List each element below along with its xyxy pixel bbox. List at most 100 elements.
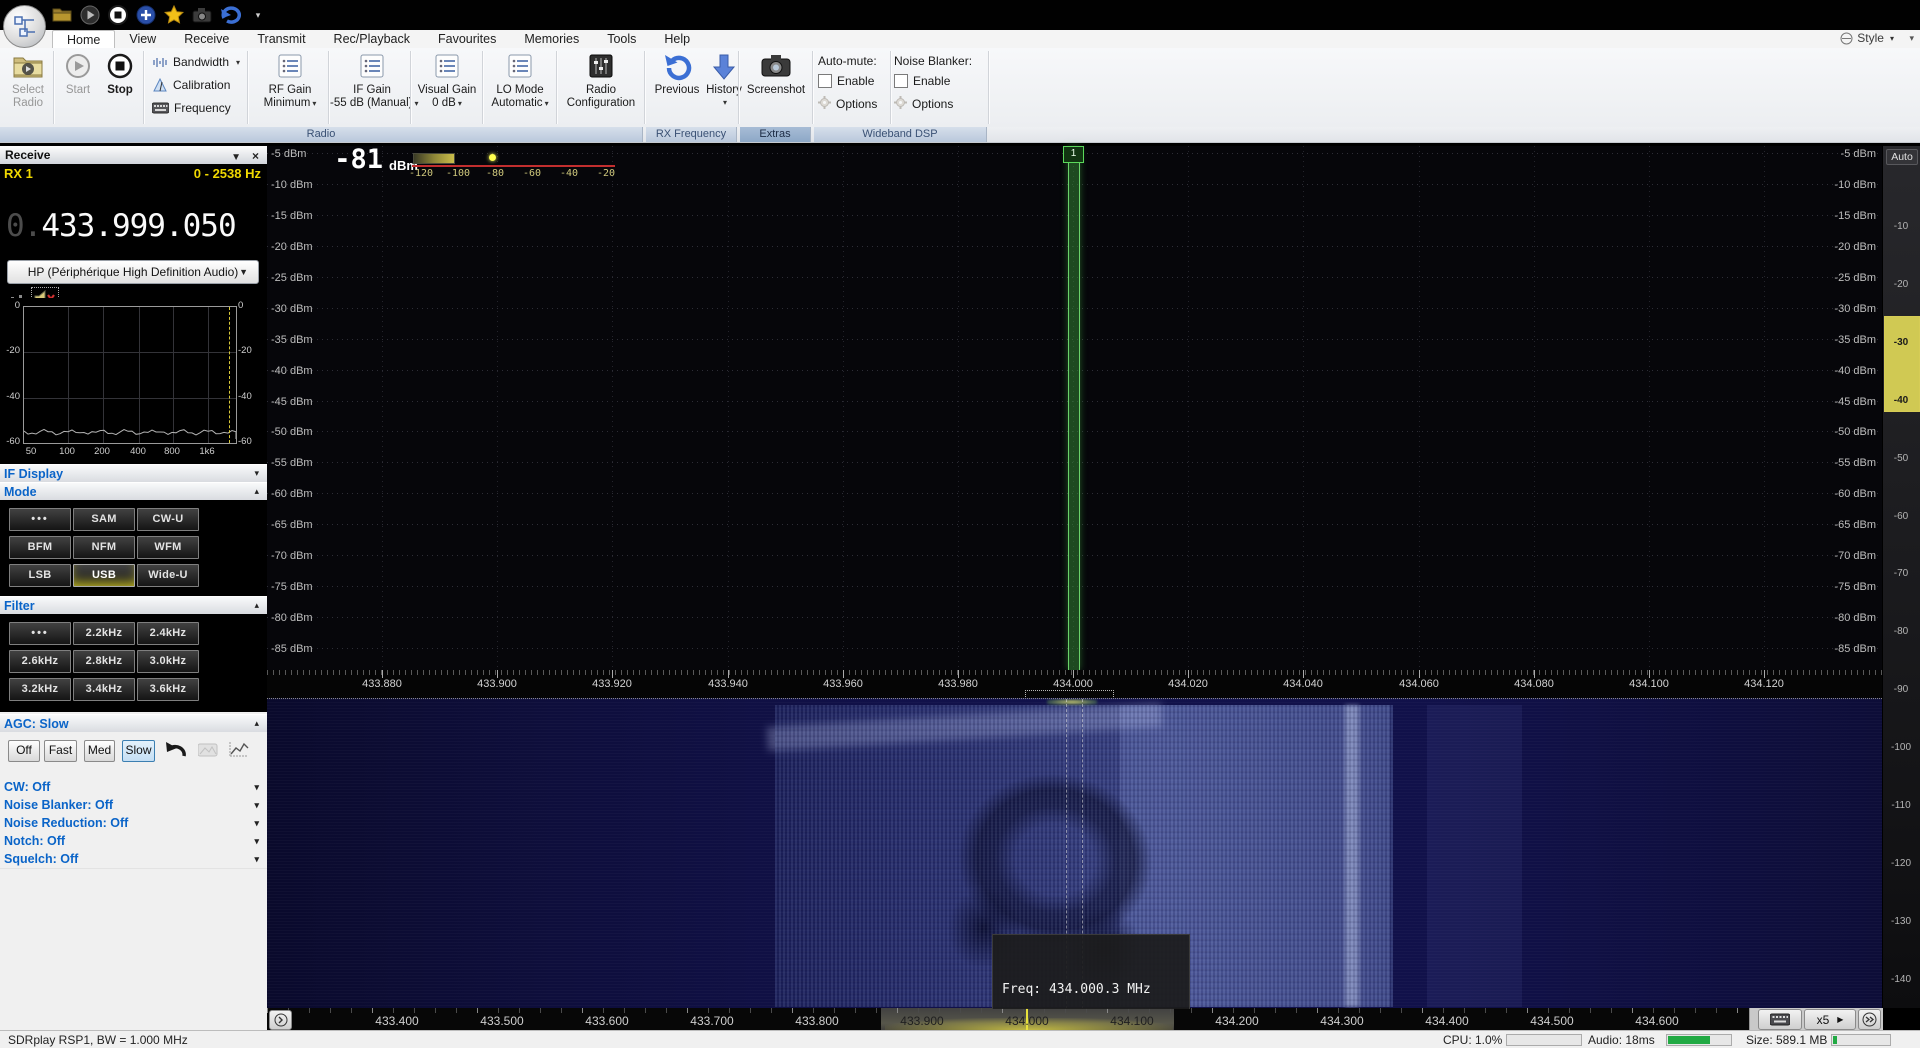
freq-label: 433.920 [582,678,642,690]
if-gain-button[interactable]: IF Gain-55 dB (Manual)▾ [330,48,414,126]
spectrum-frequency-axis[interactable]: 433.880433.900433.920433.940433.960433.9… [267,670,1882,698]
calibration-button[interactable]: Calibration [152,75,230,95]
screenshot-button[interactable]: Screenshot [742,48,810,126]
start-icon[interactable] [78,3,102,27]
section-noise-blanker-off[interactable]: Noise Blanker: Off▾ [0,796,267,815]
agc-graph-icon[interactable] [228,740,250,758]
tab-view[interactable]: View [115,30,170,48]
auto-mute-enable-checkbox[interactable] [818,74,832,88]
stop-icon[interactable] [106,3,130,27]
filter-button-3-0khz[interactable]: 3.0kHz [137,650,199,673]
tab-home[interactable]: Home [52,30,115,48]
mode-button-lsb[interactable]: LSB [9,564,71,587]
if-gain-line1: IF Gain [330,84,414,97]
noise-blanker-enable-checkbox[interactable] [894,74,908,88]
stop-button[interactable]: Stop [100,48,140,126]
group-separator [890,51,891,124]
major-tick [843,670,844,678]
agc-button-fast[interactable]: Fast [44,740,77,762]
tab-transmit[interactable]: Transmit [243,30,319,48]
undo-icon[interactable] [218,3,242,27]
more-icon[interactable]: ▾ [246,3,270,27]
section-label: Noise Blanker: Off [4,798,113,812]
agc-undo-icon[interactable] [162,740,188,762]
screenshot-icon[interactable] [190,3,214,27]
center-button[interactable] [269,1010,292,1030]
tab-favourites[interactable]: Favourites [424,30,510,48]
mode-button-sam[interactable]: SAM [73,508,135,531]
group-label-wideband: Wideband DSP [814,127,987,142]
agc-button-slow[interactable]: Slow [122,740,155,762]
scale-label: -140 [1883,974,1919,985]
select-radio-button[interactable]: Select Radio [4,48,52,126]
filter-button-3-6khz[interactable]: 3.6kHz [137,678,199,701]
mode-button-nfm[interactable]: NFM [73,536,135,559]
band-navigation-bar[interactable]: 433.400433.500433.600433.700433.800433.9… [267,1008,1882,1030]
noise-blanker-options-button[interactable]: Options [912,97,953,111]
mode-button-usb[interactable]: USB [73,564,135,587]
enter-frequency-button[interactable] [1758,1009,1802,1030]
filter-button-3-4khz[interactable]: 3.4kHz [73,678,135,701]
audio-spectrum-graph[interactable]: 00-20-20-40-40-60-60501002004008001k6 [0,298,267,464]
filter-button-[interactable]: ••• [9,622,71,645]
rf-gain-button[interactable]: RF GainMinimum▾ [252,48,328,126]
start-button[interactable]: Start [58,48,98,126]
radio-configuration-button[interactable]: RadioConfiguration [556,48,646,126]
agc-section[interactable]: AGC: Slow▴ [0,714,267,734]
mode-button-wfm[interactable]: WFM [137,536,199,559]
mode-button-cw-u[interactable]: CW-U [137,508,199,531]
rx-marker[interactable]: 1 [1063,146,1084,163]
bandwidth-button[interactable]: Bandwidth▾ [152,52,240,72]
filter-button-2-2khz[interactable]: 2.2kHz [73,622,135,645]
filter-section[interactable]: Filter▴ [0,596,267,616]
agc-scheme-icon[interactable] [198,742,218,758]
add-icon[interactable] [134,3,158,27]
history-button[interactable]: History ▾ [706,48,742,126]
waterfall-display[interactable]: Freq: 434.000.3 MHz Span: ±139.525 kHz [267,698,1882,1009]
previous-button[interactable]: Previous [648,48,706,126]
agc-button-med[interactable]: Med [84,740,115,762]
favourites-icon[interactable] [162,3,186,27]
auto-scale-button[interactable]: Auto [1886,149,1918,165]
tab-receive[interactable]: Receive [170,30,243,48]
lo-mode-button[interactable]: LO ModeAutomatic▾ [486,48,554,126]
auto-mute-options-button[interactable]: Options [836,97,877,111]
open-icon[interactable] [50,3,74,27]
tab-rec-playback[interactable]: Rec/Playback [320,30,424,48]
frequency-button[interactable]: Frequency [152,98,231,118]
group-label-rx_frequency: RX Frequency [646,127,737,142]
mode-button-bfm[interactable]: BFM [9,536,71,559]
audio-device-select[interactable]: HP (Périphérique High Definition Audio) … [7,260,259,284]
filter-button-2-4khz[interactable]: 2.4kHz [137,622,199,645]
app-menu-button[interactable] [3,5,46,48]
filter-button-3-2khz[interactable]: 3.2kHz [9,678,71,701]
section-squelch-off[interactable]: Squelch: Off▾ [0,850,267,869]
visual-gain-button[interactable]: Visual Gain0 dB▾ [412,48,482,126]
ribbon-tabs: HomeViewReceiveTransmitRec/PlaybackFavou… [52,30,704,48]
frequency-display[interactable]: 0.433.999.050 [0,200,267,254]
receive-panel-header[interactable]: Receive ▼ × [0,146,267,165]
freq-label: 434.080 [1504,678,1564,690]
section-cw-off[interactable]: CW: Off▾ [0,778,267,797]
mode-button-wide-u[interactable]: Wide-U [137,564,199,587]
style-selector[interactable]: Style▾ [1840,31,1894,45]
freq-gridline [1534,146,1535,670]
filter-button-2-8khz[interactable]: 2.8kHz [73,650,135,673]
mode-section[interactable]: Mode▴ [0,482,267,502]
tab-help[interactable]: Help [650,30,704,48]
section-notch-off[interactable]: Notch: Off▾ [0,832,267,851]
mode-button-[interactable]: ••• [9,508,71,531]
close-panel-icon[interactable]: × [252,147,259,165]
tab-memories[interactable]: Memories [510,30,593,48]
receive-panel: Receive ▼ × RX 1 0 - 2538 Hz 0.433.999.0… [0,146,267,1030]
if-display-section[interactable]: IF Display▾ [0,464,267,484]
pan-right-button[interactable] [1858,1009,1881,1030]
waterfall-level-scale[interactable]: Auto -10-20-30-40-50-60-70-80-90-100-110… [1882,146,1920,1008]
section-noise-reduction-off[interactable]: Noise Reduction: Off▾ [0,814,267,833]
tab-tools[interactable]: Tools [593,30,650,48]
filter-button-2-6khz[interactable]: 2.6kHz [9,650,71,673]
spectrum-display[interactable]: -5 dBm-5 dBm-10 dBm-10 dBm-15 dBm-15 dBm… [267,146,1882,670]
minimize-ribbon-icon[interactable]: ▾ [1909,33,1914,44]
zoom-level-button[interactable]: x5▶ [1804,1009,1856,1030]
agc-button-off[interactable]: Off [8,740,40,762]
